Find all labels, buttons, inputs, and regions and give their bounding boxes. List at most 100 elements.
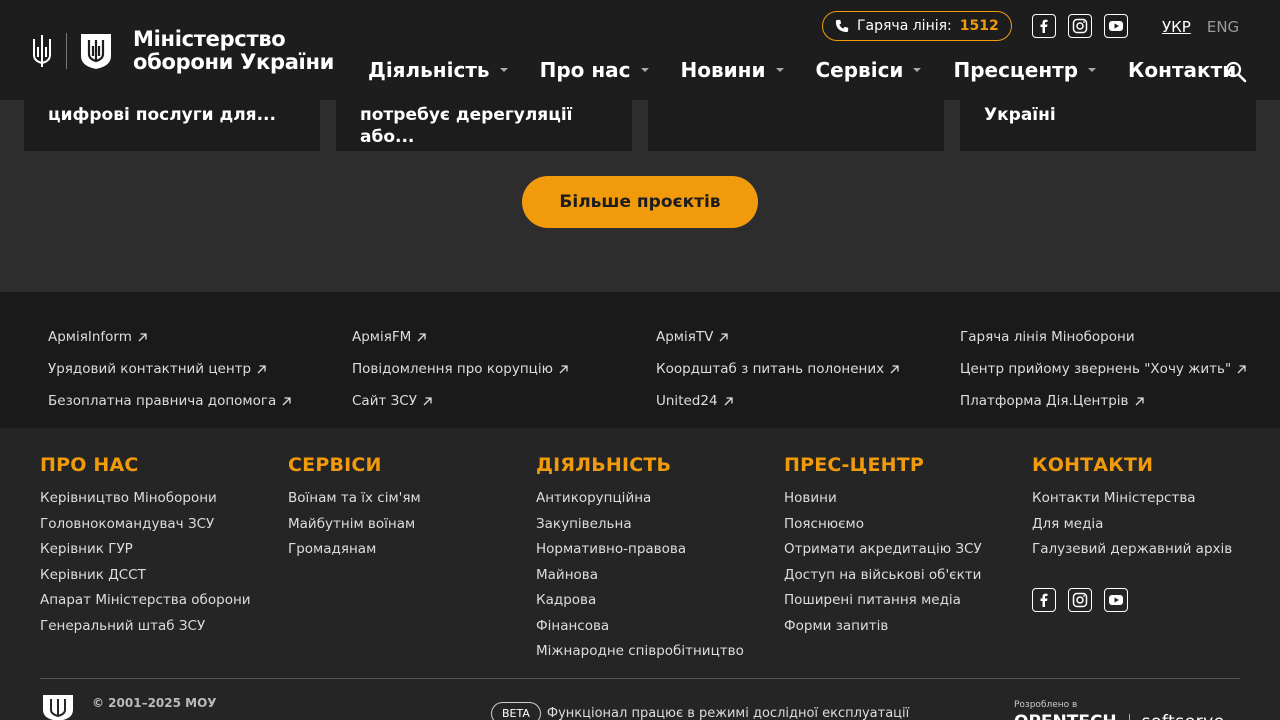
copyright: © 2001–2025 МОУ [92,696,217,710]
footer-column-about: ПРО НАС Керівництво Міноборони Головноко… [40,454,251,643]
footer-link[interactable]: Майбутнім воїнам [288,516,421,542]
footer-link[interactable]: Майнова [536,567,744,593]
lang-ukr[interactable]: УКР [1162,18,1191,36]
footer-link[interactable]: Фінансова [536,618,744,644]
link-label: Сайт ЗСУ [352,393,417,409]
footer-link[interactable]: Форми запитів [784,618,982,644]
nav-services[interactable]: Сервіси [816,58,922,82]
facebook-icon[interactable] [1032,588,1056,612]
footer-link[interactable]: Головнокомандувач ЗСУ [40,516,251,542]
footer-column-services: СЕРВІСИ Воїнам та їх сім'ям Майбутнім во… [288,454,421,567]
youtube-icon[interactable] [1104,588,1128,612]
project-card-title: Україні [984,105,1056,125]
developer-logos[interactable]: OPENTECH softserve [1014,712,1225,720]
logo-text: Міністерство оборони України [133,28,334,74]
links-column-2: АрміяFM Повідомлення про корупцію Сайт З… [352,321,569,417]
external-arrow-icon [1237,364,1246,373]
footer-link[interactable]: Міжнародне співробітництво [536,643,744,669]
external-arrow-icon [417,332,426,341]
footer-link[interactable]: Новини [784,490,982,516]
external-arrow-icon [257,364,266,373]
link-label: АрміяTV [656,329,714,345]
footer-link[interactable]: Контакти Міністерства [1032,490,1232,516]
instagram-icon[interactable] [1068,588,1092,612]
external-link[interactable]: Гаряча лінія Міноборони [960,321,1247,353]
external-link[interactable]: Платформа Дія.Центрів [960,385,1247,417]
chevron-down-icon [913,68,922,72]
site-footer: ПРО НАС Керівництво Міноборони Головноко… [0,428,1280,720]
footer-link[interactable]: Пояснюємо [784,516,982,542]
footer-link[interactable]: Доступ на військові об'єкти [784,567,982,593]
external-link[interactable]: Безоплатна правнича допомога [48,385,292,417]
phone-icon [835,19,849,33]
external-link[interactable]: АрміяFM [352,321,569,353]
footer-link[interactable]: Громадянам [288,541,421,567]
developed-by-label: Розроблено в [1014,700,1078,710]
more-projects-button[interactable]: Більше проєктів [522,176,758,228]
footer-link[interactable]: Генеральний штаб ЗСУ [40,618,251,644]
nav-contacts[interactable]: Контакти [1128,58,1236,82]
footer-link[interactable]: Воїнам та їх сім'ям [288,490,421,516]
nav-services-label: Сервіси [815,58,904,82]
external-arrow-icon [138,332,147,341]
project-card-title: цифрові послуги для... [48,105,276,125]
footer-heading: ДІЯЛЬНІСТЬ [536,454,672,476]
footer-link[interactable]: Нормативно-правова [536,541,744,567]
footer-column-contacts: КОНТАКТИ Контакти Міністерства Для медіа… [1032,454,1232,567]
language-switcher: УКР ENG [1162,18,1239,36]
footer-link[interactable]: Кадрова [536,592,744,618]
footer-column-press: ПРЕС-ЦЕНТР Новини Пояснюємо Отримати акр… [784,454,982,643]
footer-link[interactable]: Керівник ГУР [40,541,251,567]
beta-text: Функціонал працює в режимі дослідної екс… [546,706,910,720]
footer-link[interactable]: Поширені питання медіа [784,592,982,618]
nav-press[interactable]: Пресцентр [953,58,1097,82]
nav-about-label: Про нас [539,58,631,82]
external-link[interactable]: Коордштаб з питань полонених [656,353,900,385]
footer-heading: КОНТАКТИ [1032,454,1154,476]
facebook-icon[interactable] [1032,14,1056,38]
hotline-label: Гаряча лінія: [857,18,952,34]
external-link[interactable]: Сайт ЗСУ [352,385,569,417]
search-icon[interactable] [1224,60,1248,84]
project-card-title: потребує дерегуляції або... [360,105,573,147]
nav-news[interactable]: Новини [681,58,784,82]
hotline-button[interactable]: Гаряча лінія: 1512 [822,11,1012,41]
lang-eng[interactable]: ENG [1207,18,1239,36]
footer-link[interactable]: Отримати акредитацію ЗСУ [784,541,982,567]
instagram-icon[interactable] [1068,14,1092,38]
nav-contacts-label: Контакти [1128,58,1237,82]
external-link[interactable]: Урядовий контактний центр [48,353,292,385]
external-arrow-icon [890,364,899,373]
social-links-header [1032,14,1128,38]
site-logo[interactable]: Міністерство оборони України [30,28,334,74]
nav-activity[interactable]: Діяльність [368,58,508,82]
footer-link[interactable]: Апарат Міністерства оборони [40,592,251,618]
footer-link[interactable]: Керівник ДССТ [40,567,251,593]
footer-link[interactable]: Антикорупційна [536,490,744,516]
footer-link[interactable]: Галузевий державний архів [1032,541,1232,567]
external-link[interactable]: АрміяInform [48,321,292,353]
external-arrow-icon [724,396,733,405]
youtube-icon[interactable] [1104,14,1128,38]
footer-heading: СЕРВІСИ [288,454,382,476]
footer-heading: ПРО НАС [40,454,139,476]
links-column-4: Гаряча лінія Міноборони Центр прийому зв… [960,321,1247,417]
footer-link[interactable]: Для медіа [1032,516,1232,542]
nav-about[interactable]: Про нас [540,58,649,82]
link-label: Урядовий контактний центр [48,361,252,377]
external-link[interactable]: United24 [656,385,900,417]
logo-divider [66,33,67,69]
external-link[interactable]: Повідомлення про корупцію [352,353,569,385]
shield-icon [81,34,111,69]
shield-icon [43,695,73,720]
external-link[interactable]: Центр прийому звернень "Хочу жить" [960,353,1247,385]
footer-column-activity: ДІЯЛЬНІСТЬ Антикорупційна Закупівельна Н… [536,454,744,669]
external-arrow-icon [423,396,432,405]
external-link[interactable]: АрміяTV [656,321,900,353]
beta-notice: BETA Функціонал працює в режимі дослідно… [491,702,909,720]
footer-link[interactable]: Закупівельна [536,516,744,542]
link-label: АрміяFM [352,329,412,345]
logo-line-2: оборони України [133,50,335,74]
footer-link[interactable]: Керівництво Міноборони [40,490,251,516]
chevron-down-icon [640,68,649,72]
